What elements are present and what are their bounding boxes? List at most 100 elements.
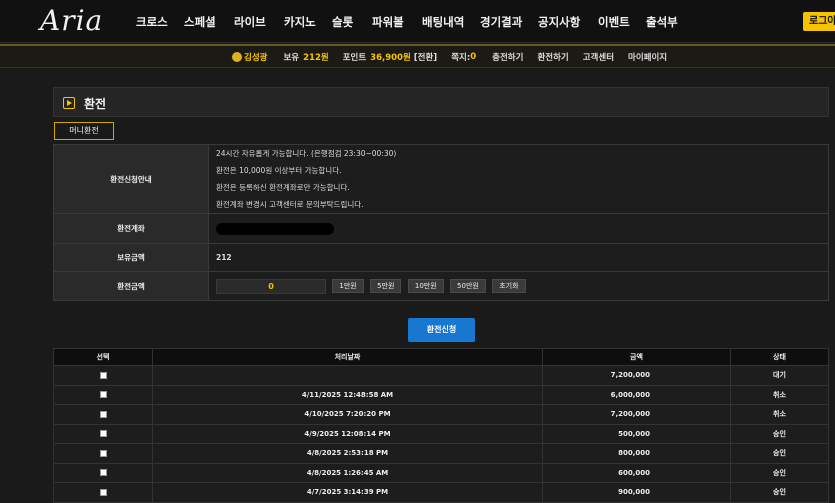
site-logo[interactable]: Aria <box>40 4 103 37</box>
row-date: 4/7/2025 3:14:39 PM <box>152 482 543 503</box>
page-title: 환전 <box>84 97 107 111</box>
link-withdraw[interactable]: 환전하기 <box>537 51 568 63</box>
row-status: 대기 <box>730 365 829 386</box>
balance-amount-label: 보유금액 <box>53 243 209 272</box>
col-status: 상태 <box>730 348 829 366</box>
info-line: 24시간 자유롭게 가능합니다. (은행점검 23:30~00:30) <box>216 149 397 158</box>
balance-amount-value: 212 <box>208 243 829 272</box>
reset-button[interactable]: 초기화 <box>492 279 526 293</box>
menu-slot[interactable]: 슬롯 <box>332 14 372 30</box>
account-value <box>208 213 829 244</box>
menu-results[interactable]: 경기결과 <box>480 14 538 30</box>
tab-money-withdraw[interactable]: 머니환전 <box>54 122 114 140</box>
quick-10k-button[interactable]: 1만원 <box>332 279 364 293</box>
withdraw-form: 환전신청안내 24시간 자유롭게 가능합니다. (은행점검 23:30~00:3… <box>53 144 829 301</box>
row-amount: 7,200,000 <box>542 365 731 386</box>
menu-powerball[interactable]: 파워볼 <box>372 14 422 30</box>
row-status: 승인 <box>730 423 829 444</box>
coin-icon <box>232 52 242 62</box>
withdraw-submit-button[interactable]: 환전신청 <box>408 318 475 342</box>
point-value: 36,900원 <box>370 53 411 63</box>
link-support[interactable]: 고객센터 <box>583 51 614 63</box>
username: 김성광 <box>244 53 268 63</box>
row-status: 취소 <box>730 384 829 405</box>
point-label: 포인트 <box>342 53 367 63</box>
row-status: 승인 <box>730 443 829 464</box>
row-amount: 6,000,000 <box>542 384 731 405</box>
balance-value: 212원 <box>303 53 329 63</box>
withdraw-amount-input[interactable]: 0 <box>216 278 326 294</box>
info-line: 환전은 등록하신 환전계좌로만 가능합니다. <box>216 183 350 192</box>
row-checkbox[interactable] <box>99 488 107 496</box>
withdraw-history-table: 선택 처리날짜 금액 상태 7,200,000 대기 4/11/2025 12:… <box>53 348 829 503</box>
withdraw-amount-cell: 0 1만원 5만원 10만원 50만원 초기화 <box>208 271 829 301</box>
row-checkbox[interactable] <box>99 430 107 438</box>
info-line: 환전계좌 변경시 고객센터로 문의부탁드립니다. <box>216 200 364 209</box>
row-checkbox[interactable] <box>99 391 107 399</box>
point-convert-link[interactable]: [전환] <box>414 51 437 63</box>
table-row: 4/11/2025 12:48:58 AM 6,000,000 취소 <box>53 384 829 405</box>
table-row: 4/8/2025 1:26:45 AM 600,000 승인 <box>53 462 829 483</box>
row-select <box>53 462 153 483</box>
table-row: 7,200,000 대기 <box>53 365 829 386</box>
row-amount: 500,000 <box>542 423 731 444</box>
quick-50k-button[interactable]: 5만원 <box>370 279 402 293</box>
row-amount: 600,000 <box>542 462 731 483</box>
menu-event[interactable]: 이벤트 <box>598 14 646 30</box>
row-status: 승인 <box>730 482 829 503</box>
menu-special[interactable]: 스페셜 <box>184 14 234 30</box>
message-count: 0 <box>470 52 477 62</box>
row-date: 4/8/2025 2:53:18 PM <box>152 443 543 464</box>
row-date <box>152 365 543 386</box>
panel-header: 환전 <box>53 87 829 117</box>
row-date: 4/9/2025 12:08:14 PM <box>152 423 543 444</box>
row-date: 4/8/2025 1:26:45 AM <box>152 462 543 483</box>
row-select <box>53 423 153 444</box>
main-menu: 크로스 스페셜 라이브 카지노 슬롯 파워볼 배팅내역 경기결과 공지사항 이벤… <box>136 0 686 43</box>
quick-500k-button[interactable]: 50만원 <box>450 279 486 293</box>
link-deposit[interactable]: 충전하기 <box>492 51 523 63</box>
info-content: 24시간 자유롭게 가능합니다. (은행점검 23:30~00:30) 환전은 … <box>208 144 829 214</box>
menu-live[interactable]: 라이브 <box>234 14 284 30</box>
row-checkbox[interactable] <box>99 449 107 457</box>
row-date: 4/11/2025 12:48:58 AM <box>152 384 543 405</box>
row-select <box>53 404 153 425</box>
account-label: 환전계좌 <box>53 213 209 244</box>
redacted-account <box>216 222 334 235</box>
link-mypage[interactable]: 마이페이지 <box>628 51 667 63</box>
col-amount: 금액 <box>542 348 731 366</box>
quick-100k-button[interactable]: 10만원 <box>407 279 444 293</box>
table-row: 4/8/2025 2:53:18 PM 800,000 승인 <box>53 443 829 464</box>
menu-bet-history[interactable]: 배팅내역 <box>422 14 480 30</box>
row-checkbox[interactable] <box>99 469 107 477</box>
row-amount: 800,000 <box>542 443 731 464</box>
balance-label: 보유 <box>283 53 300 63</box>
menu-cross[interactable]: 크로스 <box>136 14 184 30</box>
row-select <box>53 365 153 386</box>
top-nav: Aria 크로스 스페셜 라이브 카지노 슬롯 파워볼 배팅내역 경기결과 공지… <box>0 0 835 43</box>
col-date: 처리날짜 <box>152 348 543 366</box>
row-status: 취소 <box>730 404 829 425</box>
col-select: 선택 <box>53 348 153 366</box>
play-icon <box>63 97 75 109</box>
message-label[interactable]: 쪽지: <box>451 51 470 63</box>
row-amount: 900,000 <box>542 482 731 503</box>
menu-casino[interactable]: 카지노 <box>284 14 332 30</box>
withdraw-amount-label: 환전금액 <box>53 271 209 301</box>
table-row: 4/10/2025 7:20:20 PM 7,200,000 취소 <box>53 404 829 425</box>
table-row: 4/7/2025 3:14:39 PM 900,000 승인 <box>53 482 829 503</box>
row-status: 승인 <box>730 462 829 483</box>
menu-notice[interactable]: 공지사항 <box>538 14 598 30</box>
logout-button[interactable]: 로그아 <box>803 12 835 31</box>
row-checkbox[interactable] <box>99 410 107 418</box>
row-select <box>53 443 153 464</box>
row-select <box>53 384 153 405</box>
row-amount: 7,200,000 <box>542 404 731 425</box>
user-info-bar: 김성광 보유 212원 포인트 36,900원 [전환] 쪽지: 0 충전하기 … <box>0 44 835 68</box>
table-row: 4/9/2025 12:08:14 PM 500,000 승인 <box>53 423 829 444</box>
menu-attendance[interactable]: 출석부 <box>646 14 686 30</box>
info-label: 환전신청안내 <box>53 144 209 214</box>
info-line: 환전은 10,000원 이상부터 가능합니다. <box>216 166 342 175</box>
row-select <box>53 482 153 503</box>
row-checkbox[interactable] <box>99 371 107 379</box>
